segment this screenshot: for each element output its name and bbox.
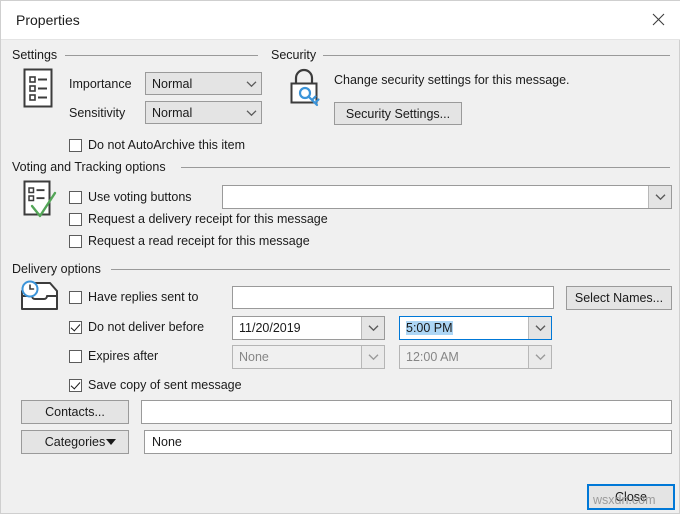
voting-buttons-combobox[interactable] bbox=[222, 185, 672, 209]
importance-label: Importance bbox=[69, 77, 132, 91]
security-description: Change security settings for this messag… bbox=[334, 73, 570, 87]
expires-after-date-value: None bbox=[239, 350, 269, 364]
voting-check-icon bbox=[21, 179, 61, 223]
expires-after-date[interactable]: None bbox=[232, 345, 385, 369]
security-settings-button[interactable]: Security Settings... bbox=[334, 102, 462, 125]
security-group-line bbox=[323, 55, 670, 56]
do-not-deliver-before-time-value: 5:00 PM bbox=[406, 321, 453, 335]
do-not-autoarchive-checkbox[interactable] bbox=[69, 139, 82, 152]
delivery-receipt-label: Request a delivery receipt for this mess… bbox=[88, 212, 328, 226]
properties-dialog: Properties Settings Importance Normal Se… bbox=[0, 0, 680, 514]
do-not-deliver-before-checkbox[interactable] bbox=[69, 321, 82, 334]
chevron-down-icon[interactable] bbox=[648, 186, 671, 208]
title-bar: Properties bbox=[1, 1, 680, 40]
chevron-down-icon bbox=[241, 80, 261, 88]
do-not-autoarchive-label: Do not AutoArchive this item bbox=[88, 138, 246, 152]
save-copy-of-sent-message-checkbox[interactable] bbox=[69, 379, 82, 392]
delivery-group-label: Delivery options bbox=[12, 262, 107, 276]
importance-dropdown[interactable]: Normal bbox=[145, 72, 262, 95]
read-receipt-label: Request a read receipt for this message bbox=[88, 234, 310, 248]
close-icon[interactable] bbox=[635, 1, 680, 38]
chevron-down-icon[interactable] bbox=[361, 346, 384, 368]
sensitivity-dropdown[interactable]: Normal bbox=[145, 101, 262, 124]
do-not-deliver-before-label: Do not deliver before bbox=[88, 320, 205, 334]
have-replies-sent-to-input[interactable] bbox=[232, 286, 554, 309]
do-not-deliver-before-time[interactable]: 5:00 PM bbox=[399, 316, 552, 340]
use-voting-buttons-label: Use voting buttons bbox=[88, 190, 192, 204]
lock-key-icon bbox=[286, 67, 326, 111]
use-voting-buttons-checkbox[interactable] bbox=[69, 191, 82, 204]
expires-after-time-value: 12:00 AM bbox=[406, 350, 459, 364]
categories-input[interactable]: None bbox=[144, 430, 672, 454]
chevron-down-icon[interactable] bbox=[361, 317, 384, 339]
close-button[interactable]: Close bbox=[587, 484, 675, 510]
sensitivity-value: Normal bbox=[152, 105, 193, 120]
select-names-button[interactable]: Select Names... bbox=[566, 286, 672, 310]
sensitivity-label: Sensitivity bbox=[69, 106, 126, 120]
have-replies-sent-to-checkbox[interactable] bbox=[69, 291, 82, 304]
expires-after-checkbox[interactable] bbox=[69, 350, 82, 363]
importance-value: Normal bbox=[152, 76, 193, 91]
caret-down-icon bbox=[106, 439, 116, 445]
message-options-icon bbox=[21, 67, 57, 109]
settings-group-label: Settings bbox=[12, 48, 64, 62]
security-group-label: Security bbox=[271, 48, 323, 62]
contacts-input[interactable] bbox=[141, 400, 672, 424]
save-copy-of-sent-message-label: Save copy of sent message bbox=[88, 378, 242, 392]
delivery-receipt-checkbox[interactable] bbox=[69, 213, 82, 226]
page-title: Properties bbox=[16, 12, 80, 28]
voting-buttons-value bbox=[223, 186, 648, 208]
chevron-down-icon[interactable] bbox=[528, 317, 551, 339]
delivery-group-line bbox=[111, 269, 670, 270]
expires-after-time[interactable]: 12:00 AM bbox=[399, 345, 552, 369]
contacts-button[interactable]: Contacts... bbox=[21, 400, 129, 424]
do-not-deliver-before-date[interactable]: 11/20/2019 bbox=[232, 316, 385, 340]
have-replies-sent-to-label: Have replies sent to bbox=[88, 290, 199, 304]
chevron-down-icon bbox=[241, 109, 261, 117]
categories-button[interactable]: Categories bbox=[21, 430, 129, 454]
expires-after-label: Expires after bbox=[88, 349, 159, 363]
settings-group-line bbox=[65, 55, 258, 56]
inbox-clock-icon bbox=[17, 280, 63, 320]
chevron-down-icon[interactable] bbox=[528, 346, 551, 368]
do-not-deliver-before-date-value: 11/20/2019 bbox=[239, 321, 301, 335]
voting-group-label: Voting and Tracking options bbox=[12, 160, 172, 174]
categories-button-label: Categories bbox=[44, 435, 106, 449]
voting-group-line bbox=[181, 167, 670, 168]
read-receipt-checkbox[interactable] bbox=[69, 235, 82, 248]
